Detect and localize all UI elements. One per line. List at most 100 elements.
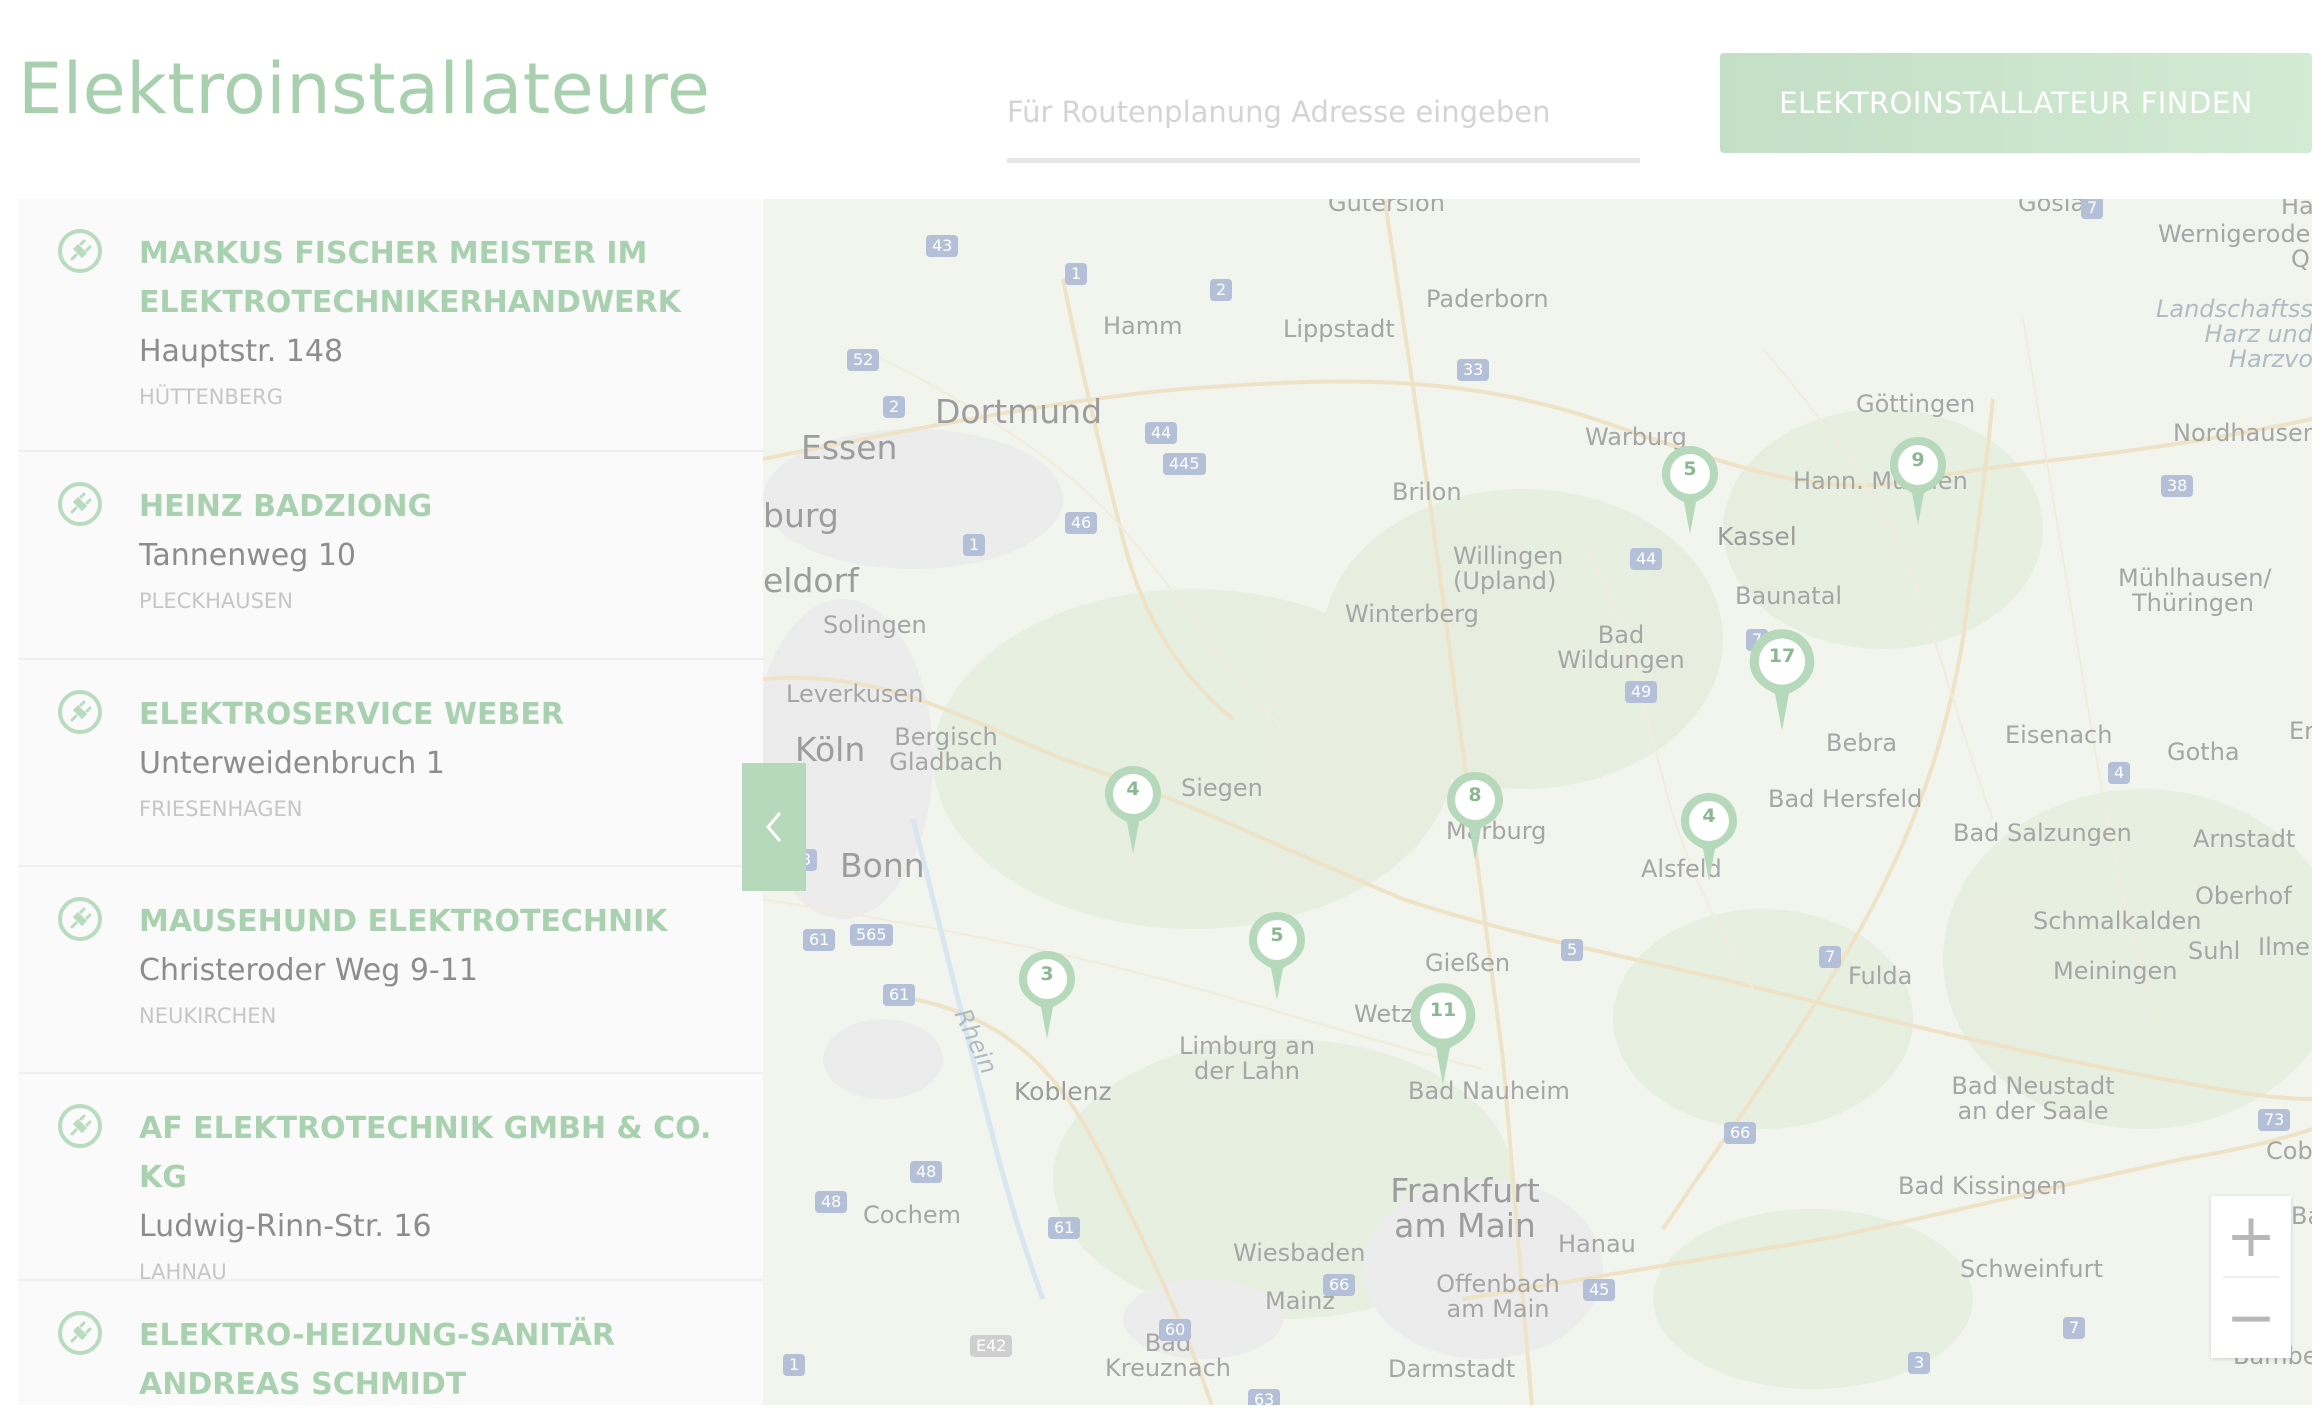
map-label: Gütersloh — [1328, 199, 1445, 217]
road-shield: 73 — [2258, 1109, 2291, 1131]
map-label: Cochem — [863, 1201, 961, 1229]
map-label: Bad Wildungen — [1557, 621, 1685, 675]
map-label: Suhl — [2188, 937, 2241, 965]
list-item[interactable]: ELEKTROSERVICE WEBER Unterweidenbruch 1 … — [18, 660, 763, 867]
road-shield: E42 — [970, 1335, 1013, 1357]
road-shield: 5 — [1561, 939, 1584, 961]
road-shield: 66 — [1724, 1122, 1757, 1144]
road-shield: 7 — [2063, 1317, 2086, 1339]
road-shield: 49 — [1625, 681, 1658, 703]
map-label: Hal — [2281, 199, 2312, 220]
cluster-count: 9 — [1911, 449, 1925, 471]
cluster-count: 4 — [1126, 778, 1140, 800]
map-label: Siegen — [1181, 774, 1263, 802]
plug-icon — [58, 1104, 102, 1148]
page-title: Elektroinstallateure — [18, 48, 711, 130]
map-label: Winterberg — [1345, 600, 1479, 628]
road-shield: 43 — [926, 235, 959, 257]
find-installer-button[interactable]: ELEKTROINSTALLATEUR FINDEN — [1720, 53, 2312, 153]
installer-list: MARKUS FISCHER MEISTER IM ELEKTROTECHNIK… — [18, 199, 763, 1405]
list-item[interactable]: MAUSEHUND ELEKTROTECHNIK Christeroder We… — [18, 867, 763, 1074]
plug-icon — [58, 229, 102, 273]
map-label: Koblenz — [1014, 1077, 1112, 1106]
map-pin-icon — [1410, 983, 1476, 1085]
cluster-count: 8 — [1468, 784, 1482, 806]
map-label: Wiesbaden — [1233, 1239, 1366, 1267]
installer-city: PLECKHAUSEN — [139, 589, 293, 613]
map-label: Bergisch Gladbach — [889, 723, 1003, 777]
road-shield: 48 — [815, 1191, 848, 1213]
cluster-marker[interactable]: 9 — [1888, 435, 1948, 527]
road-shield: 7 — [2081, 199, 2104, 219]
map-label: eldorf — [763, 561, 859, 600]
route-address-input[interactable] — [1007, 82, 1640, 142]
road-shield: 61 — [1048, 1217, 1081, 1239]
installer-city: NEUKIRCHEN — [139, 1004, 277, 1028]
chevron-left-icon — [766, 812, 782, 842]
installer-name: HEINZ BADZIONG — [139, 489, 433, 524]
map-label: Solingen — [823, 611, 927, 639]
installer-name: MAUSEHUND ELEKTROTECHNIK — [139, 904, 668, 939]
installer-street: Tannenweg 10 — [139, 538, 356, 573]
cluster-marker[interactable]: 5 — [1660, 444, 1720, 536]
map-label: Frankfurt am Main — [1390, 1171, 1540, 1245]
cluster-marker[interactable]: 4 — [1103, 764, 1163, 856]
cluster-marker[interactable]: 4 — [1679, 791, 1739, 883]
map-label: Landschaftss Harz und Harzvo — [2155, 295, 2312, 374]
map-label: Meiningen — [2053, 957, 2178, 985]
installer-name: AF ELEKTROTECHNIK GMBH & CO. KG — [139, 1111, 712, 1195]
cluster-count: 4 — [1702, 805, 1716, 827]
list-item[interactable]: HEINZ BADZIONG Tannenweg 10 PLECKHAUSEN — [18, 452, 763, 660]
zoom-in-button[interactable]: + — [2211, 1196, 2291, 1276]
cluster-marker[interactable]: 3 — [1017, 949, 1077, 1041]
list-item[interactable]: MARKUS FISCHER MEISTER IM ELEKTROTECHNIK… — [18, 199, 763, 452]
route-address-field[interactable] — [1007, 72, 1640, 163]
cluster-count: 3 — [1040, 963, 1054, 985]
list-item[interactable]: ELEKTRO-HEIZUNG-SANITÄR ANDREAS SCHMIDT — [18, 1281, 763, 1405]
road-shield: 44 — [1145, 422, 1178, 444]
map-label: Gotha — [2167, 738, 2240, 766]
map-label: Dortmund — [935, 392, 1103, 431]
map-label: Bebra — [1826, 729, 1898, 757]
road-shield: 2 — [1210, 279, 1233, 301]
plug-icon — [58, 482, 102, 526]
map-label: Arnstadt — [2193, 825, 2296, 853]
map-label: Bad Salzungen — [1953, 819, 2132, 847]
map-label: Baunatal — [1735, 582, 1843, 610]
map-label: Oberhof — [2195, 882, 2292, 910]
installer-city: HÜTTENBERG — [139, 385, 283, 409]
map-label: Offenbach am Main — [1436, 1270, 1560, 1324]
list-item[interactable]: AF ELEKTROTECHNIK GMBH & CO. KG Ludwig-R… — [18, 1074, 763, 1284]
map-label: Schmalkalden — [2033, 907, 2202, 935]
road-shield: 44 — [1630, 548, 1663, 570]
cluster-marker[interactable]: 17 — [1747, 627, 1817, 733]
road-shield: 7 — [1819, 946, 1842, 968]
road-shield: 60 — [1159, 1319, 1192, 1341]
cluster-marker[interactable]: 11 — [1408, 981, 1478, 1087]
map-label: Gießen — [1425, 949, 1511, 977]
map-label: Fulda — [1848, 962, 1913, 990]
map-label: Bonn — [840, 846, 925, 885]
map-label: Darmstadt — [1388, 1355, 1516, 1383]
zoom-control: + − — [2211, 1196, 2291, 1358]
map-label: Ilmena — [2258, 933, 2312, 961]
road-shield: 52 — [847, 349, 880, 371]
road-shield: 63 — [1248, 1389, 1281, 1405]
cluster-marker[interactable]: 8 — [1445, 770, 1505, 862]
road-shield: 48 — [910, 1161, 943, 1183]
collapse-list-button[interactable] — [742, 763, 806, 891]
map-label: Bad Neustadt an der Saale — [1951, 1072, 2115, 1126]
map-label: Hanau — [1558, 1230, 1636, 1258]
installer-street: Unterweidenbruch 1 — [139, 746, 445, 781]
map-label: Schweinfurt — [1960, 1255, 2103, 1283]
plug-icon — [58, 690, 102, 734]
road-shield: 66 — [1323, 1274, 1356, 1296]
map-label: Wernigerode — [2158, 220, 2311, 248]
map-label: Bad Hersfeld — [1768, 785, 1923, 813]
cluster-marker[interactable]: 5 — [1247, 910, 1307, 1002]
road-shield: 4 — [2108, 762, 2131, 784]
zoom-out-button[interactable]: − — [2211, 1278, 2291, 1358]
map[interactable]: Dortmund Essen burg eldorf Köln Bonn Fra… — [763, 199, 2312, 1405]
map-label: Willingen (Upland) — [1453, 542, 1564, 596]
map-label: Er — [2289, 717, 2312, 745]
